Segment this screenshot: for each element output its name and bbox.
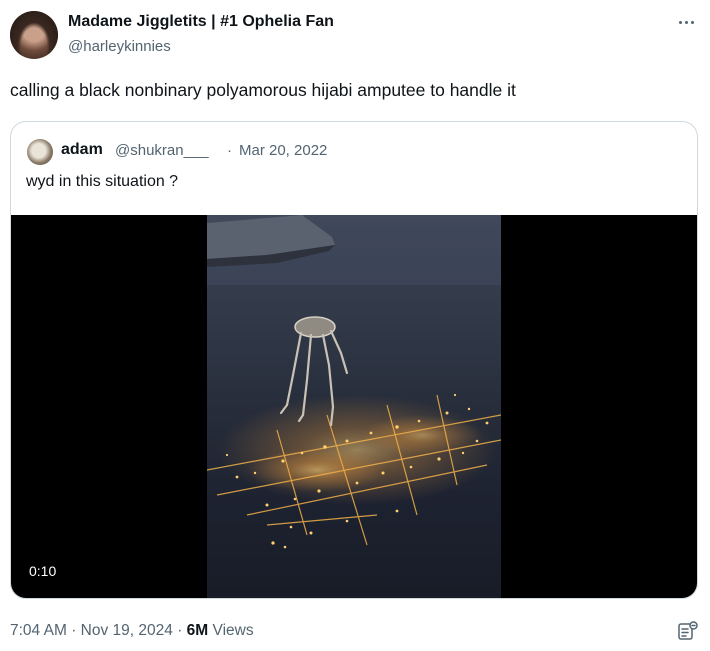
- more-options-icon[interactable]: [673, 12, 699, 32]
- meta-separator: ·: [71, 622, 81, 639]
- tweet: Madame Jiggletits | #1 Ophelia Fan @harl…: [0, 0, 710, 651]
- grok-analysis-icon[interactable]: [677, 620, 699, 642]
- meta-separator: ·: [177, 622, 187, 639]
- tweet-date[interactable]: Nov 19, 2024: [81, 622, 173, 639]
- aerial-night-scene: [207, 215, 501, 549]
- quoted-text: wyd in this situation ?: [26, 173, 179, 190]
- views-label: Views: [212, 622, 254, 639]
- quoted-author-avatar[interactable]: [27, 139, 53, 165]
- tweet-meta: 7:04 AM · Nov 19, 2024 · 6M Views: [10, 622, 254, 640]
- views-count: 6M: [186, 622, 209, 639]
- video-player[interactable]: 0:10: [11, 215, 697, 598]
- quoted-author-handle[interactable]: @shukran___: [115, 142, 209, 159]
- video-duration: 0:10: [23, 561, 63, 581]
- separator-dot: ·: [227, 142, 232, 159]
- tweet-text: calling a black nonbinary polyamorous hi…: [10, 80, 516, 100]
- video-frame: [207, 215, 501, 598]
- author-handle[interactable]: @harleykinnies: [68, 38, 171, 55]
- tweet-time[interactable]: 7:04 AM: [10, 622, 67, 639]
- author-name[interactable]: Madame Jiggletits | #1 Ophelia Fan: [68, 13, 334, 31]
- author-avatar[interactable]: [10, 11, 58, 59]
- quoted-author-name[interactable]: adam: [61, 141, 103, 159]
- quoted-date[interactable]: Mar 20, 2022: [239, 142, 327, 159]
- quoted-tweet[interactable]: adam @shukran___ · Mar 20, 2022 wyd in t…: [10, 121, 698, 599]
